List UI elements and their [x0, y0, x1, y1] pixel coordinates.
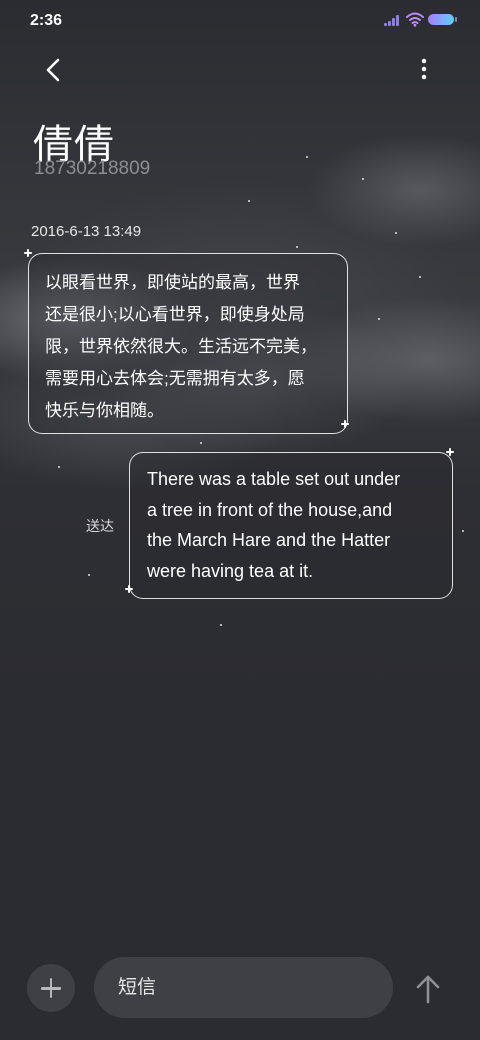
incoming-message-bubble[interactable]: 以眼看世界，即使站的最高，世界 还是很小;以心看世界，即使身处局 限，世界依然很…: [24, 249, 349, 434]
message-timestamp: 2016-6-13 13:49: [31, 223, 142, 240]
back-button[interactable]: [38, 54, 70, 86]
more-options-button[interactable]: [410, 54, 438, 86]
wifi-icon: [406, 12, 424, 27]
star: [306, 156, 308, 158]
star: [220, 624, 222, 626]
add-attachment-button[interactable]: [27, 964, 75, 1012]
delivery-status: 送达: [86, 518, 114, 534]
star: [296, 246, 298, 248]
contact-number: 18730218809: [34, 158, 151, 179]
arrow-up-icon: [416, 975, 440, 1004]
star: [419, 276, 421, 278]
star: [378, 318, 380, 320]
message-input[interactable]: 短信: [94, 957, 393, 1018]
battery-icon: [428, 14, 454, 25]
battery-tip: [455, 17, 457, 22]
star: [248, 200, 250, 202]
star: [88, 574, 90, 576]
star: [362, 178, 364, 180]
star: [462, 530, 464, 532]
sparkle-decoration: [446, 448, 454, 456]
star: [58, 466, 60, 468]
more-vertical-icon: [421, 58, 427, 80]
status-time: 2:36: [30, 12, 63, 29]
sparkle-decoration: [125, 585, 133, 593]
sparkle-decoration: [341, 420, 349, 428]
message-text: 以眼看世界，即使站的最高，世界 还是很小;以心看世界，即使身处局 限，世界依然很…: [45, 273, 317, 420]
messaging-screen: 2:36 倩倩 18730218809 2016-6-13 13:49 以眼看世…: [0, 0, 480, 1040]
star: [395, 232, 397, 234]
signal-icon: [384, 14, 402, 26]
message-text: There was a table set out under a tree i…: [147, 469, 401, 581]
outgoing-message-bubble[interactable]: There was a table set out under a tree i…: [125, 448, 454, 599]
star: [200, 442, 202, 444]
status-bar: 2:36: [0, 0, 480, 40]
chevron-left-icon: [46, 58, 60, 82]
send-button[interactable]: [412, 972, 444, 1006]
sparkle-decoration: [24, 249, 32, 257]
